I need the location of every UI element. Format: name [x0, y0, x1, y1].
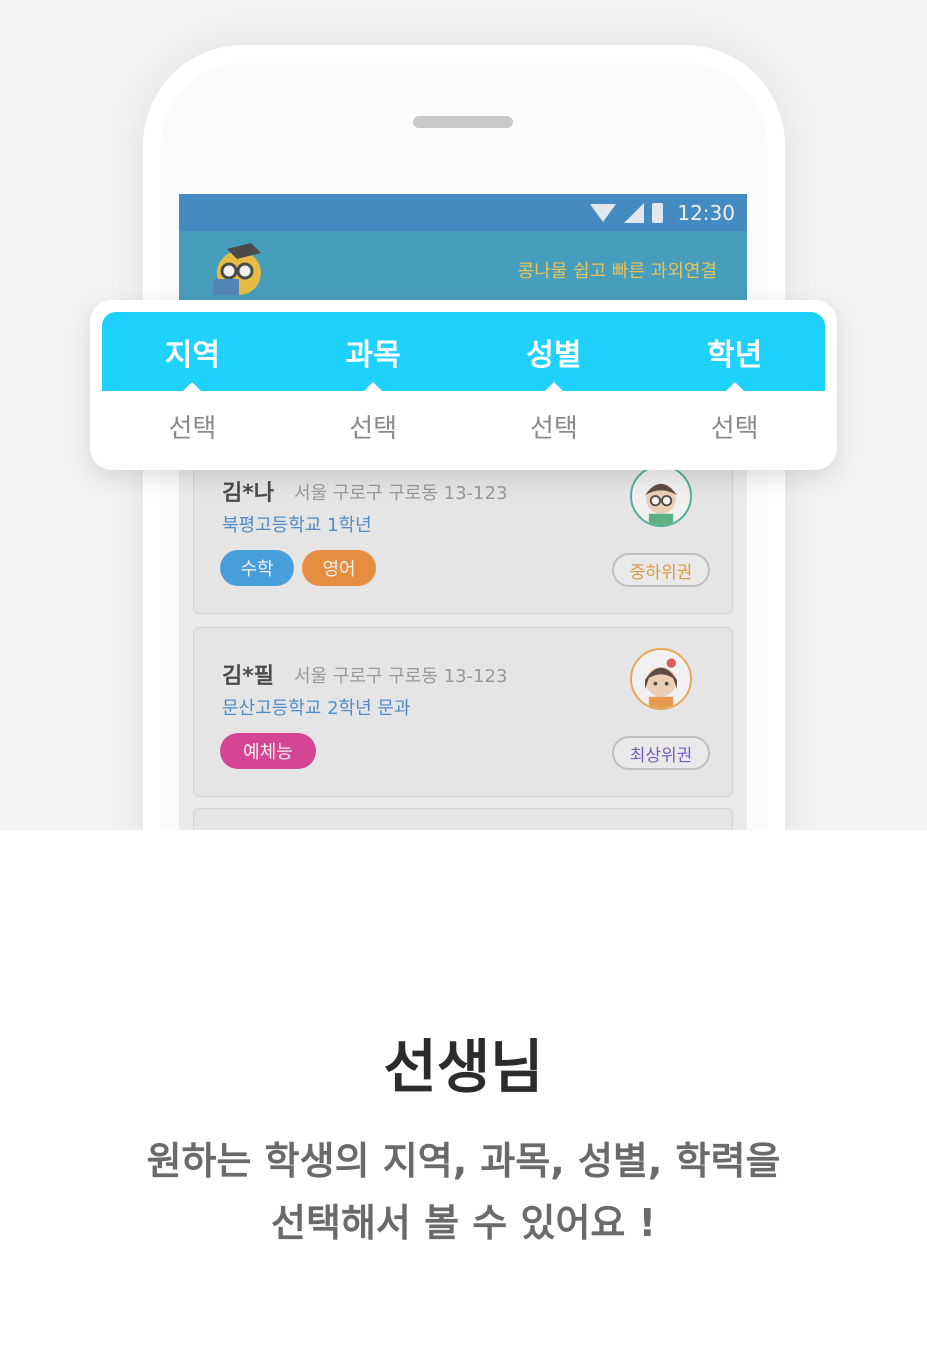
student-address: 서울 구로구 구로동 13-123 [294, 483, 508, 504]
grade-badge: 중하위권 [612, 553, 710, 587]
section-description: 원하는 학생의 지역, 과목, 성별, 학력을 선택해서 볼 수 있어요 ! [0, 1130, 927, 1254]
filter-grade[interactable]: 학년 [644, 312, 825, 392]
subject-tag-math: 수학 [220, 550, 294, 586]
app-tagline: 콩나물 쉽고 빠른 과외연결 [517, 261, 717, 282]
student-card[interactable]: 김*필 서울 구로구 구로동 13-123 문산고등학교 2학년 문과 예체능 … [193, 627, 733, 797]
filter-region-label: 지역 [164, 337, 220, 373]
student-avatar-icon [630, 465, 692, 527]
mascot-logo-icon [213, 243, 261, 295]
filter-grade-label: 학년 [707, 337, 763, 373]
subject-tag-english: 영어 [302, 550, 376, 586]
signal-icon [624, 202, 645, 223]
app-header: 콩나물 쉽고 빠른 과외연결 [179, 231, 747, 301]
phone-screen: 12:30 콩나물 쉽고 빠른 과외연결 김*나 서울 구로구 구로동 13-1… [179, 194, 747, 830]
filter-subject-label: 과목 [345, 337, 401, 373]
battery-icon [652, 202, 664, 223]
filter-region-select[interactable]: 선택 [102, 391, 283, 461]
description-line-1: 원하는 학생의 지역, 과목, 성별, 학력을 [146, 1139, 781, 1183]
student-card[interactable] [193, 808, 733, 830]
filter-subject-select[interactable]: 선택 [283, 391, 464, 461]
student-address: 서울 구로구 구로동 13-123 [294, 666, 508, 687]
filter-gender[interactable]: 성별 [464, 312, 645, 392]
student-school: 북평고등학교 1학년 [222, 515, 372, 536]
description-line-2: 선택해서 볼 수 있어요 ! [271, 1201, 656, 1245]
filter-gender-select[interactable]: 선택 [464, 391, 645, 461]
filter-header: 지역 과목 성별 학년 [102, 312, 825, 392]
filter-grade-select[interactable]: 선택 [644, 391, 825, 461]
filter-region[interactable]: 지역 [102, 312, 283, 392]
filter-subject[interactable]: 과목 [283, 312, 464, 392]
filter-values: 선택 선택 선택 선택 [102, 391, 825, 461]
wifi-icon [590, 203, 617, 222]
subject-tag-arts: 예체능 [220, 733, 316, 769]
grade-badge: 최상위권 [612, 736, 710, 770]
section-title: 선생님 [383, 1033, 544, 1101]
student-avatar-icon [630, 648, 692, 710]
phone-speaker [413, 116, 513, 128]
student-name: 김*나 [222, 481, 274, 506]
student-school: 문산고등학교 2학년 문과 [222, 698, 411, 719]
status-time: 12:30 [677, 200, 735, 225]
student-name: 김*필 [222, 664, 274, 689]
filter-gender-label: 성별 [526, 337, 582, 373]
status-bar: 12:30 [179, 194, 747, 231]
filter-panel: 지역 과목 성별 학년 선택 선택 선택 선택 [90, 300, 837, 470]
